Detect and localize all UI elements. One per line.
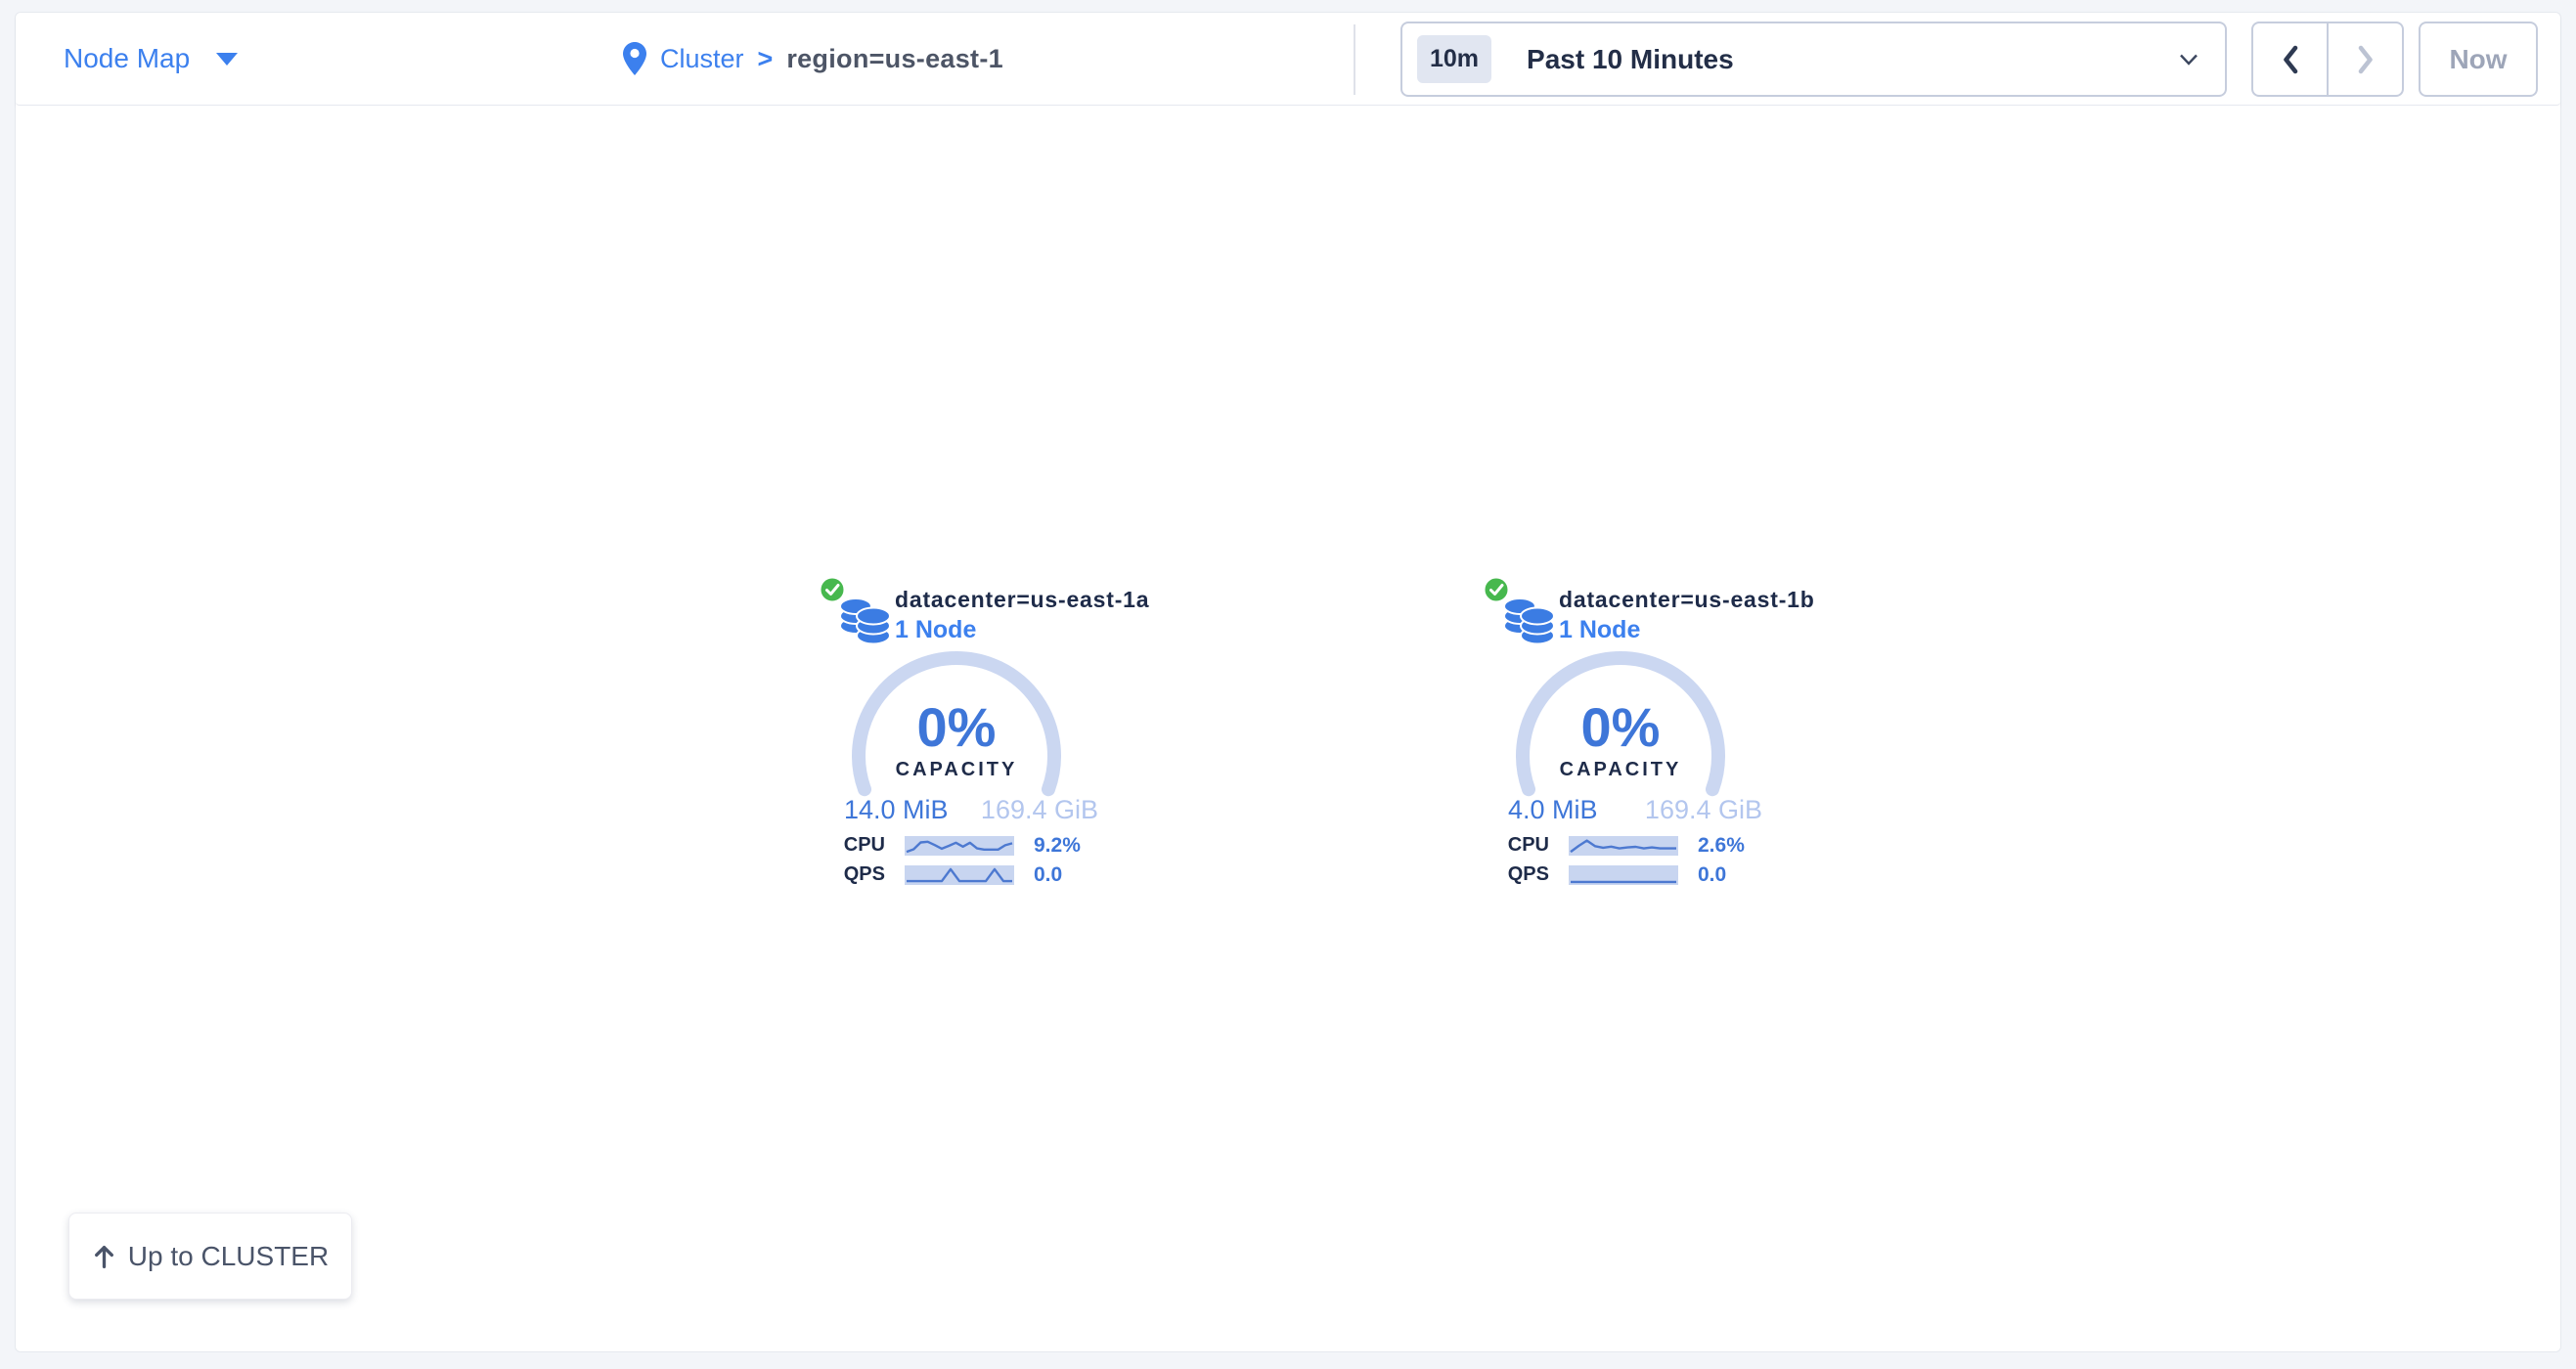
cpu-label: CPU — [1464, 834, 1549, 857]
breadcrumb-current-locality: region=us-east-1 — [786, 44, 1003, 74]
time-range-dropdown[interactable]: 10m Past 10 Minutes — [1400, 22, 2227, 97]
time-step-back-button[interactable] — [2253, 23, 2327, 95]
time-range-label: Past 10 Minutes — [1527, 44, 2178, 75]
view-selector-label: Node Map — [64, 43, 190, 74]
qps-label: QPS — [800, 863, 885, 886]
capacity-total: 169.4 GiB — [981, 795, 1098, 824]
time-step-forward-button[interactable] — [2327, 23, 2402, 95]
capacity-values-row: 14.0 MiB 169.4 GiB — [844, 795, 1098, 824]
datacenter-card-us-east-1b[interactable]: datacenter=us-east-1b 1 Node 0% CAPACITY… — [1464, 570, 1836, 898]
datacenter-title: datacenter=us-east-1a — [895, 585, 1149, 614]
chevron-down-icon — [2178, 53, 2199, 66]
map-pin-icon — [623, 41, 646, 76]
cpu-metric-row: CPU 2.6% — [1464, 833, 1777, 859]
capacity-label: CAPACITY — [1464, 759, 1777, 781]
cpu-value: 9.2% — [1034, 834, 1081, 858]
qps-metric-row: QPS 0.0 — [1464, 862, 1777, 888]
breadcrumb-cluster-link[interactable]: Cluster — [660, 44, 744, 74]
qps-value: 0.0 — [1034, 863, 1062, 887]
capacity-used: 14.0 MiB — [844, 795, 949, 824]
datacenter-card-us-east-1a[interactable]: datacenter=us-east-1a 1 Node 0% CAPACITY… — [800, 570, 1172, 898]
chevron-left-icon — [2282, 45, 2299, 74]
chevron-right-icon — [2357, 45, 2375, 74]
breadcrumb: Cluster > region=us-east-1 — [623, 41, 1003, 76]
capacity-values-row: 4.0 MiB 169.4 GiB — [1508, 795, 1762, 824]
datacenter-node-count: 1 Node — [1559, 615, 1640, 644]
node-map-page: { "header": { "view_selector": { "label"… — [0, 0, 2576, 1369]
datacenter-node-count: 1 Node — [895, 615, 976, 644]
capacity-percent: 0% — [800, 700, 1113, 755]
cpu-value: 2.6% — [1698, 834, 1745, 858]
qps-sparkline — [905, 865, 1014, 885]
cpu-metric-row: CPU 9.2% — [800, 833, 1113, 859]
capacity-label: CAPACITY — [800, 759, 1113, 781]
up-to-cluster-button[interactable]: Up to CLUSTER — [68, 1213, 352, 1300]
breadcrumb-separator: > — [758, 44, 774, 74]
arrow-up-icon — [92, 1243, 116, 1269]
cpu-sparkline — [905, 836, 1014, 856]
cpu-sparkline — [1569, 836, 1678, 856]
main-panel: Node Map Cluster > region=us-east-1 10m … — [15, 12, 2561, 1352]
caret-down-icon — [216, 53, 238, 66]
header-divider — [1354, 24, 1355, 95]
time-step-button-group — [2251, 22, 2404, 97]
capacity-total: 169.4 GiB — [1645, 795, 1762, 824]
datacenter-title: datacenter=us-east-1b — [1559, 585, 1815, 614]
toolbar: Node Map Cluster > region=us-east-1 10m … — [16, 13, 2560, 106]
capacity-percent: 0% — [1464, 700, 1777, 755]
healthy-check-icon — [1482, 575, 1511, 604]
qps-sparkline — [1569, 865, 1678, 885]
up-to-cluster-label: Up to CLUSTER — [128, 1241, 329, 1272]
node-map-canvas: datacenter=us-east-1a 1 Node 0% CAPACITY… — [16, 106, 2560, 1351]
qps-value: 0.0 — [1698, 863, 1726, 887]
qps-label: QPS — [1464, 863, 1549, 886]
healthy-check-icon — [818, 575, 847, 604]
qps-metric-row: QPS 0.0 — [800, 862, 1113, 888]
time-range-badge: 10m — [1417, 35, 1491, 83]
capacity-used: 4.0 MiB — [1508, 795, 1598, 824]
view-selector-dropdown[interactable]: Node Map — [64, 43, 238, 74]
cpu-label: CPU — [800, 834, 885, 857]
now-button[interactable]: Now — [2419, 22, 2538, 97]
